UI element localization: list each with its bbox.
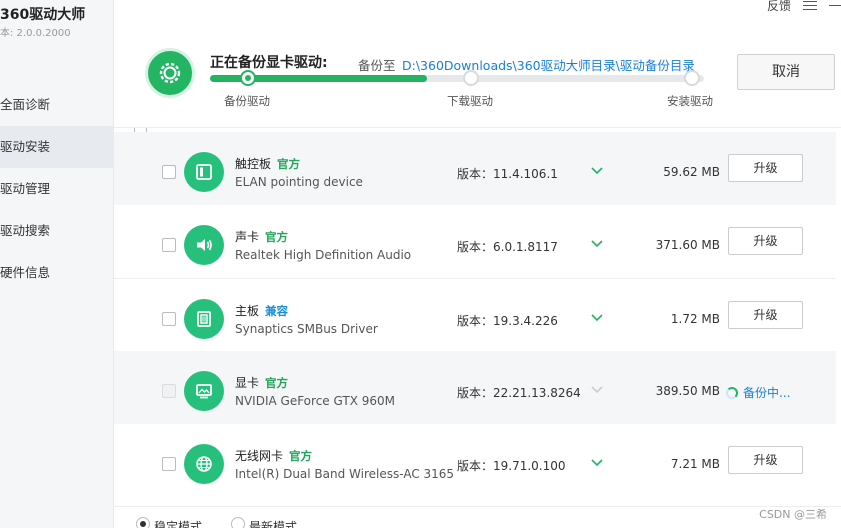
driver-size: 1.72 MB	[670, 312, 720, 326]
driver-checkbox[interactable]	[162, 238, 176, 252]
driver-tag: 官方	[265, 230, 289, 244]
driver-name: 无线网卡 官方	[235, 449, 313, 463]
backup-panel: 正在备份显卡驱动: 备份至 D:\360Downloads\360驱动大师目录\…	[114, 18, 841, 128]
mode-bar: 稳定模式 最新模式	[114, 506, 841, 528]
app-title: 360驱动大师	[0, 7, 86, 23]
driver-checkbox[interactable]	[162, 457, 176, 471]
chevron-down-icon[interactable]	[591, 239, 603, 249]
sidebar-item-hardware-info[interactable]: 硬件信息	[0, 252, 114, 294]
minimize-icon[interactable]	[829, 4, 841, 6]
latest-mode-radio[interactable]	[231, 517, 245, 528]
driver-name: 主板 兼容	[235, 304, 289, 318]
watermark: CSDN @三希	[759, 508, 827, 521]
backup-dest-label: 备份至	[358, 58, 396, 73]
driver-version: 版本：11.4.106.1	[457, 167, 558, 181]
upgrade-button[interactable]: 升级	[728, 154, 803, 182]
display-icon	[184, 371, 224, 411]
driver-desc: Realtek High Definition Audio	[235, 248, 412, 262]
backup-title: 正在备份显卡驱动:	[210, 55, 328, 71]
driver-list[interactable]: 触控板 官方 ELAN pointing device 版本：11.4.106.1…	[114, 128, 841, 506]
driver-name: 显卡 官方	[235, 376, 289, 390]
driver-size: 59.62 MB	[663, 165, 720, 179]
backup-progress-bar	[210, 75, 704, 82]
sidebar-nav: 全面诊断 驱动安装 驱动管理 驱动搜索 硬件信息	[0, 84, 114, 294]
window-controls: 反馈	[767, 0, 841, 14]
feedback-link[interactable]: 反馈	[767, 0, 791, 14]
step-backup-dot	[240, 70, 256, 86]
driver-version: 版本：22.21.13.8264	[457, 386, 581, 400]
step-backup-label: 备份驱动	[224, 94, 270, 108]
backup-status-label: 备份中...	[743, 386, 791, 400]
driver-version: 版本：6.0.1.8117	[457, 240, 558, 254]
driver-checkbox[interactable]	[162, 312, 176, 326]
driver-row: 无线网卡 官方 Intel(R) Dual Band Wireless-AC 31…	[114, 424, 836, 497]
driver-row: 主板 兼容 Synaptics SMBus Driver 版本：19.3.4.22…	[114, 278, 836, 351]
driver-row: 触控板 官方 ELAN pointing device 版本：11.4.106.1…	[114, 132, 836, 205]
gear-icon	[159, 62, 181, 84]
motherboard-icon	[184, 299, 224, 339]
driver-tag: 官方	[277, 157, 301, 171]
driver-size: 371.60 MB	[655, 238, 720, 252]
driver-row: 声卡 官方 Realtek High Definition Audio 版本：6.…	[114, 205, 836, 278]
chevron-down-icon[interactable]	[591, 166, 603, 176]
driver-tag: 官方	[289, 449, 313, 463]
step-download-label: 下载驱动	[447, 94, 493, 108]
menu-icon[interactable]	[803, 0, 817, 10]
chevron-down-icon[interactable]	[591, 313, 603, 323]
sidebar-item-driver-install[interactable]: 驱动安装	[0, 126, 114, 168]
driver-checkbox	[162, 384, 176, 398]
driver-row: 显卡 官方 NVIDIA GeForce GTX 960M 版本：22.21.13…	[114, 351, 836, 424]
step-install-dot	[684, 70, 700, 86]
touchpad-icon	[184, 152, 224, 192]
backup-status: 备份中...	[726, 384, 790, 401]
driver-desc: Synaptics SMBus Driver	[235, 322, 378, 336]
chevron-down-icon	[591, 386, 603, 394]
driver-name: 触控板 官方	[235, 157, 301, 171]
driver-size: 7.21 MB	[670, 457, 720, 471]
sidebar-item-driver-search[interactable]: 驱动搜索	[0, 210, 114, 252]
app-version: 本: 2.0.0.2000	[0, 28, 71, 39]
driver-version: 版本：19.71.0.100	[457, 459, 566, 473]
sidebar: 360驱动大师 本: 2.0.0.2000 全面诊断 驱动安装 驱动管理 驱动搜…	[0, 0, 114, 528]
driver-checkbox[interactable]	[162, 165, 176, 179]
driver-tag: 兼容	[265, 304, 289, 318]
driver-desc: NVIDIA GeForce GTX 960M	[235, 394, 395, 408]
upgrade-button[interactable]: 升级	[728, 227, 803, 255]
stable-mode-label: 稳定模式	[154, 520, 203, 528]
cancel-button[interactable]: 取消	[737, 54, 835, 90]
driver-desc: Intel(R) Dual Band Wireless-AC 3165	[235, 467, 455, 481]
loading-spinner-icon	[726, 386, 738, 399]
sidebar-item-full-diagnosis[interactable]: 全面诊断	[0, 84, 114, 126]
latest-mode-label: 最新模式	[249, 520, 298, 528]
step-download-dot	[463, 70, 479, 86]
step-install-label: 安装驱动	[667, 94, 713, 108]
driver-name: 声卡 官方	[235, 230, 289, 244]
driver-tag: 官方	[265, 376, 289, 390]
upgrade-button[interactable]: 升级	[728, 446, 803, 474]
driver-version: 版本：19.3.4.226	[457, 314, 558, 328]
driver-size: 389.50 MB	[655, 384, 720, 398]
sidebar-item-driver-management[interactable]: 驱动管理	[0, 168, 114, 210]
speaker-icon	[184, 225, 224, 265]
backup-path-link[interactable]: D:\360Downloads\360驱动大师目录\驱动备份目录	[402, 55, 695, 74]
backup-gear-icon	[145, 48, 195, 98]
chevron-down-icon[interactable]	[591, 458, 603, 468]
upgrade-button[interactable]: 升级	[728, 301, 803, 329]
globe-icon	[184, 444, 224, 484]
driver-desc: ELAN pointing device	[235, 175, 363, 189]
stable-mode-radio[interactable]	[136, 517, 150, 528]
